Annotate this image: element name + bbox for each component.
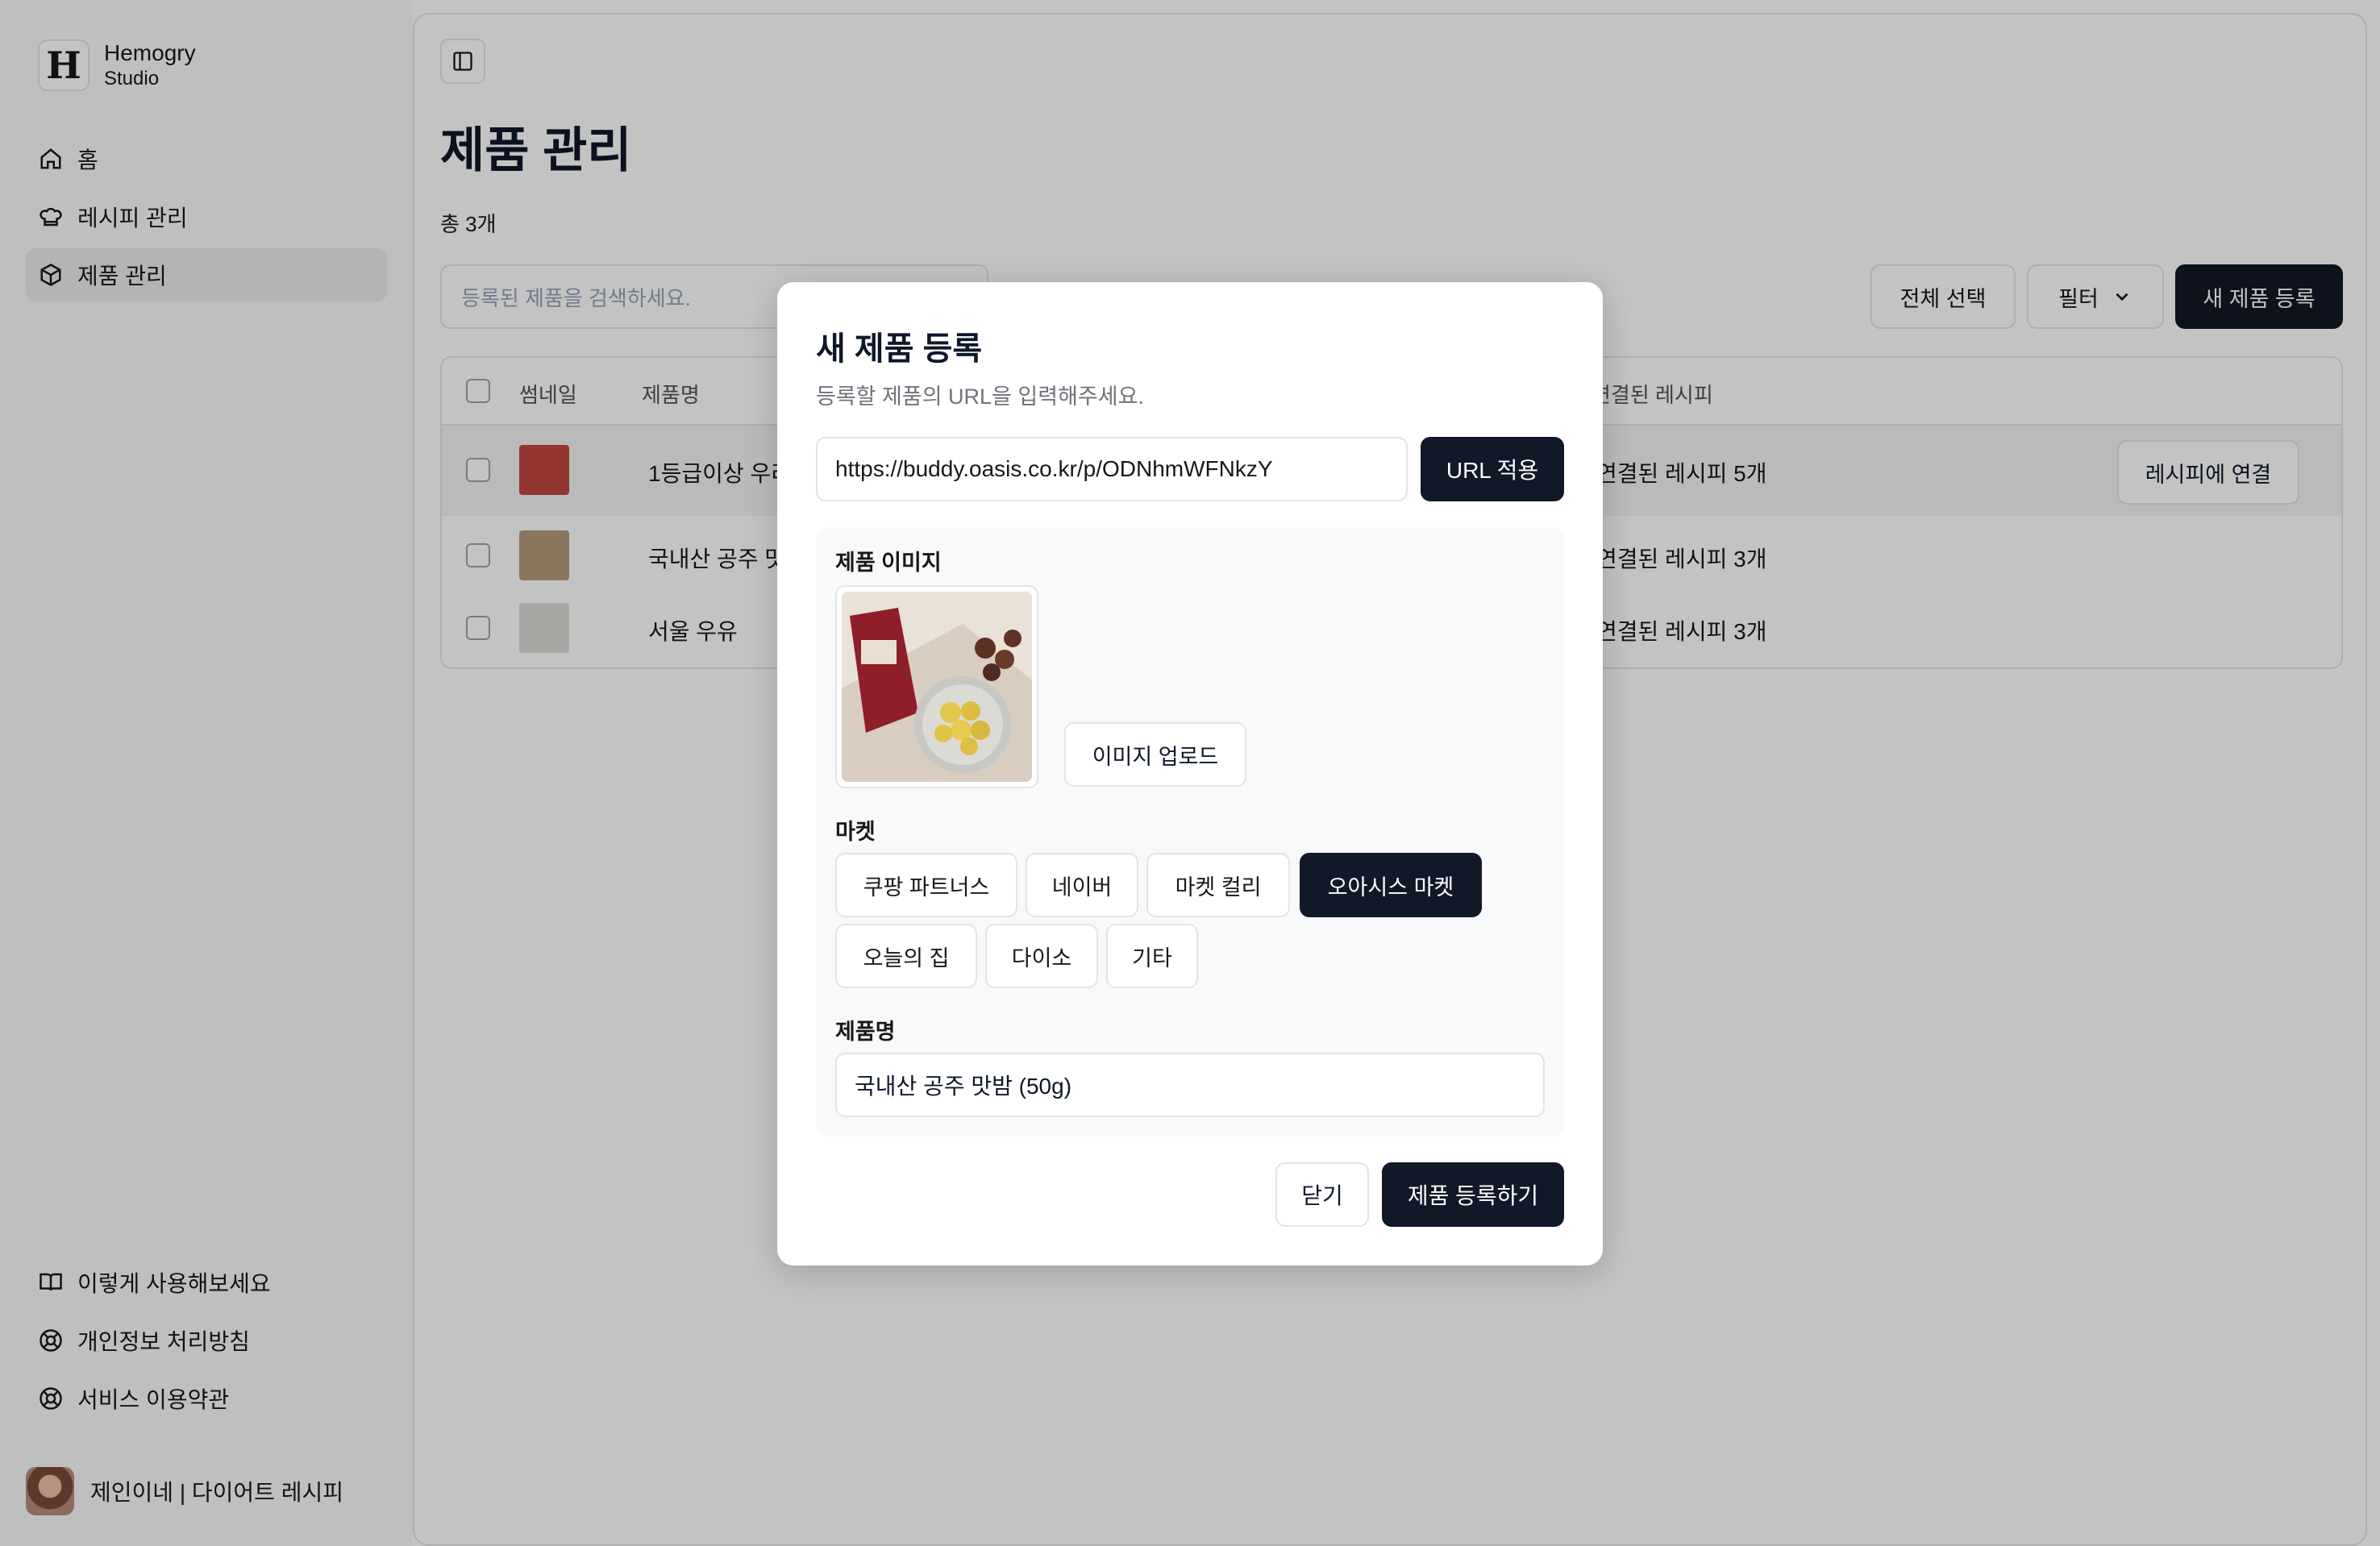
market-option-ohouse[interactable]: 오늘의 집 <box>835 924 977 988</box>
market-option-oasis[interactable]: 오아시스 마켓 <box>1300 853 1482 917</box>
close-button[interactable]: 닫기 <box>1275 1162 1369 1227</box>
dialog-description: 등록할 제품의 URL을 입력해주세요. <box>816 384 1144 409</box>
product-name-label: 제품명 <box>835 1020 896 1044</box>
market-label: 마켓 <box>835 820 876 844</box>
dialog-title: 새 제품 등록 <box>816 331 983 367</box>
register-product-button[interactable]: 제품 등록하기 <box>1382 1162 1564 1227</box>
product-image <box>842 592 1032 782</box>
image-label: 제품 이미지 <box>835 551 942 575</box>
market-option-etc[interactable]: 기타 <box>1106 924 1198 988</box>
market-option-kurly[interactable]: 마켓 컬리 <box>1146 853 1290 917</box>
image-upload-button[interactable]: 이미지 업로드 <box>1064 722 1246 787</box>
new-product-dialog: 새 제품 등록 등록할 제품의 URL을 입력해주세요. https://bud… <box>777 282 1603 1265</box>
market-option-daiso[interactable]: 다이소 <box>985 924 1098 988</box>
product-form-panel: 제품 이미지 이미지 업로드 마켓 쿠팡 파트너스 네이버 마켓 컬리 오아시스… <box>816 527 1564 1137</box>
market-option-coupang[interactable]: 쿠팡 파트너스 <box>835 853 1017 917</box>
url-apply-button[interactable]: URL 적용 <box>1421 437 1564 501</box>
product-name-field[interactable]: 국내산 공주 맛밤 (50g) <box>835 1053 1545 1117</box>
url-input[interactable]: https://buddy.oasis.co.kr/p/ODNhmWFNkzY <box>816 437 1408 501</box>
product-image-preview <box>835 585 1038 788</box>
market-option-naver[interactable]: 네이버 <box>1026 853 1138 917</box>
